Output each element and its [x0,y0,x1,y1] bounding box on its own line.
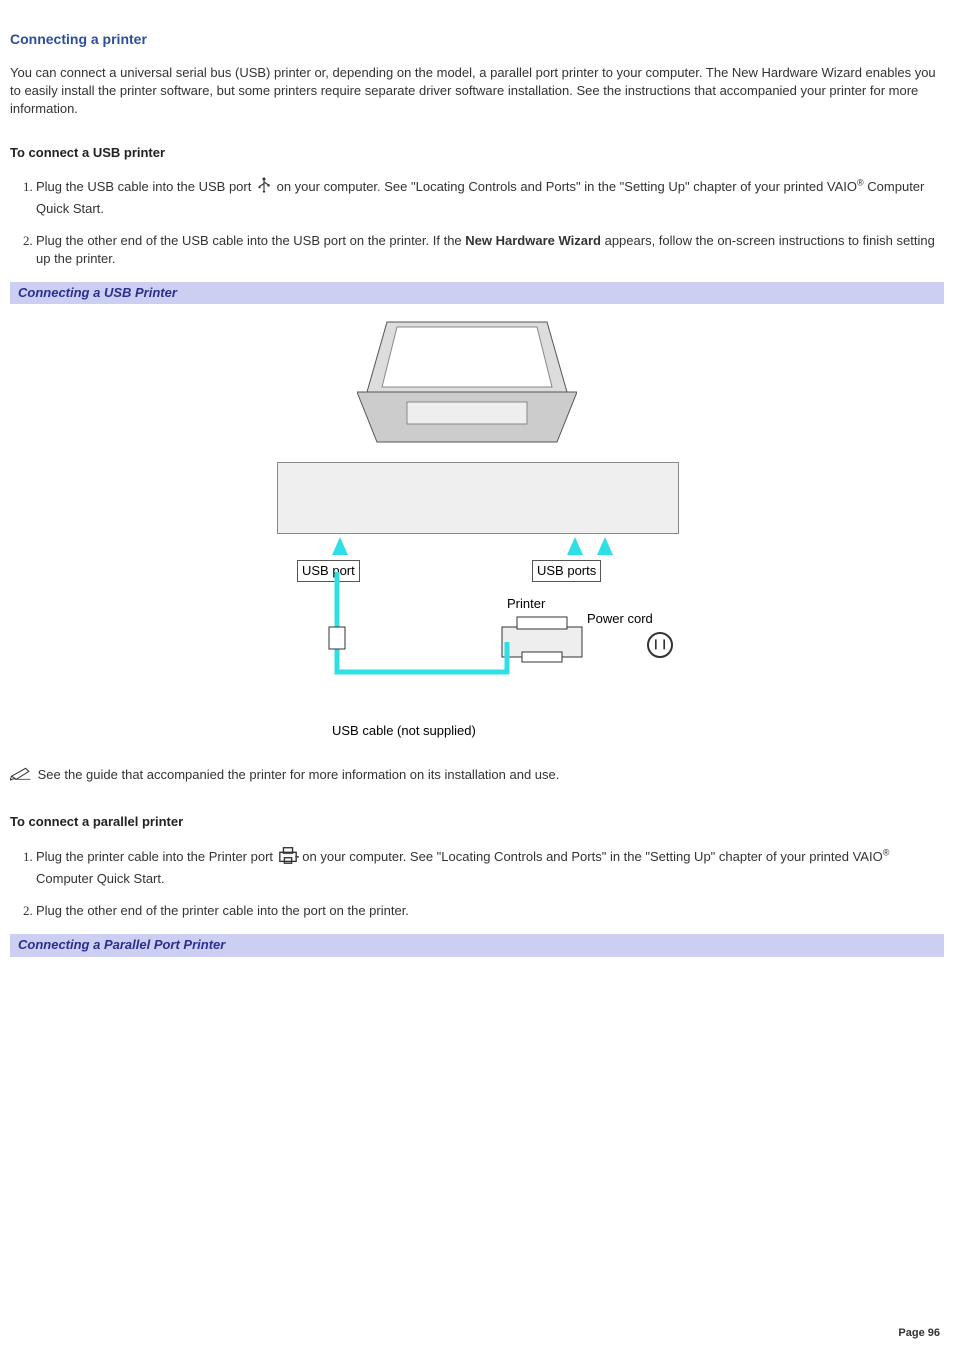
cable-icon [277,562,537,692]
page-title: Connecting a printer [10,30,944,50]
registered-mark: ® [857,178,864,188]
outlet-icon: ❙❙ [647,632,673,658]
arrow-icon [567,537,583,555]
side-panel-icon [277,462,679,534]
printer-port-icon [277,845,299,870]
text: Plug the printer cable into the Printer … [36,849,277,864]
text: on your computer. See "Locating Controls… [277,179,857,194]
usb-diagram: USB port USB ports Printer Power cord ❙❙… [277,312,677,742]
usb-step-2: Plug the other end of the USB cable into… [36,232,944,268]
parallel-step-1: Plug the printer cable into the Printer … [36,845,944,888]
usb-step-1: Plug the USB cable into the USB port on … [36,176,944,217]
arrow-icon [332,537,348,555]
label-power-cord: Power cord [587,610,653,628]
parallel-steps-list: Plug the printer cable into the Printer … [36,845,944,921]
parallel-heading: To connect a parallel printer [10,813,944,831]
text: Plug the other end of the USB cable into… [36,233,465,248]
label-usb-cable: USB cable (not supplied) [332,722,476,740]
note-icon [10,765,32,786]
note-row: See the guide that accompanied the print… [10,765,944,786]
registered-mark: ® [883,848,890,858]
text: on your computer. See "Locating Controls… [302,849,882,864]
text: Computer Quick Start. [36,871,165,886]
bold-text: New Hardware Wizard [465,233,601,248]
usb-figure-caption: Connecting a USB Printer [10,282,944,304]
parallel-figure-caption: Connecting a Parallel Port Printer [10,934,944,956]
arrow-icon [597,537,613,555]
usb-steps-list: Plug the USB cable into the USB port on … [36,176,944,268]
parallel-step-2: Plug the other end of the printer cable … [36,902,944,920]
note-text: See the guide that accompanied the print… [38,768,560,783]
usb-heading: To connect a USB printer [10,144,944,162]
usb-trident-icon [255,176,273,199]
laptop-icon [357,312,577,452]
page-number: Page 96 [898,1326,940,1341]
usb-figure: USB port USB ports Printer Power cord ❙❙… [10,312,944,747]
text: Plug the USB cable into the USB port [36,179,255,194]
label-usb-ports: USB ports [532,560,601,582]
intro-paragraph: You can connect a universal serial bus (… [10,64,944,119]
